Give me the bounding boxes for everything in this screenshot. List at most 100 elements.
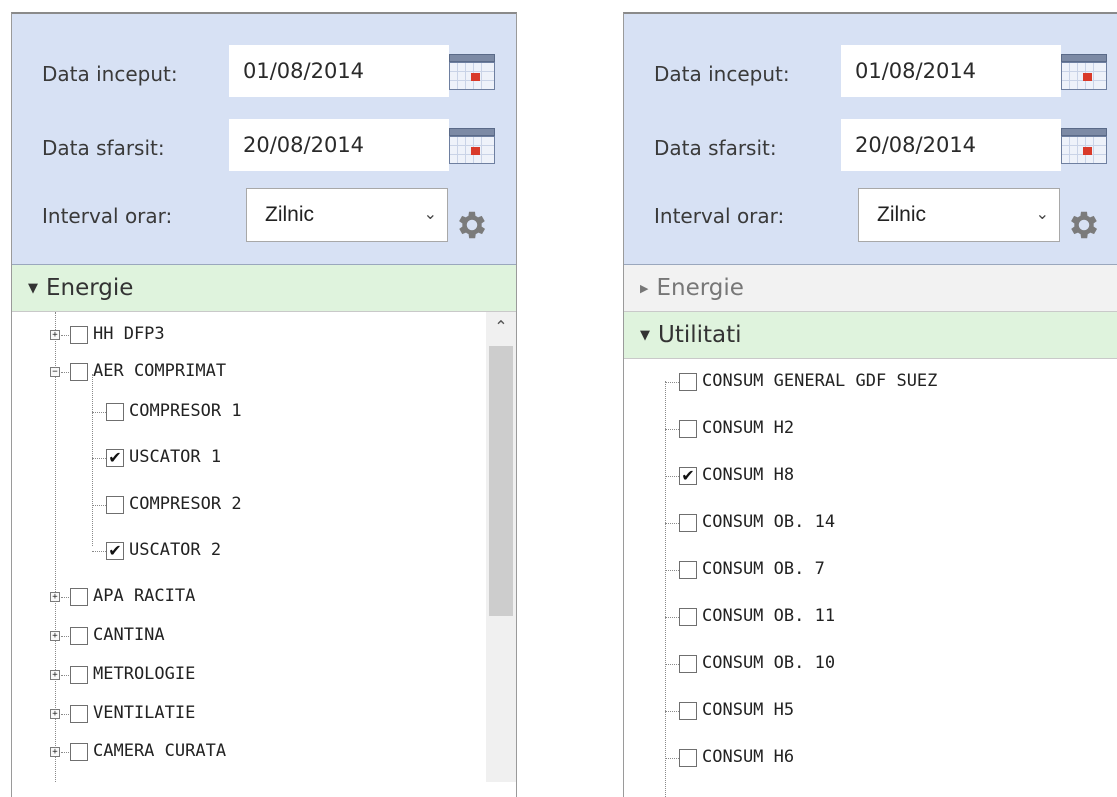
date-filter-area: Data inceput: 01/08/2014 Data sfarsit: 2… xyxy=(624,14,1117,265)
tree-node-label: USCATOR 1 xyxy=(129,447,222,467)
tree-node-consum-h2[interactable]: CONSUM H2 xyxy=(624,406,1094,452)
gear-icon[interactable] xyxy=(1066,207,1102,243)
tree-node-label: APA RACITA xyxy=(93,586,196,606)
tree-node-label: CAMERA CURATA xyxy=(93,741,227,761)
tree-node-label: AER COMPRIMAT xyxy=(93,361,227,381)
tree-node-label: METROLOGIE xyxy=(93,664,196,684)
section-energie[interactable]: ▼ Energie xyxy=(12,265,516,312)
checkbox[interactable] xyxy=(679,373,697,391)
tree-node-label: COMPRESOR 1 xyxy=(129,401,242,421)
checkbox[interactable] xyxy=(679,749,697,767)
tree-node-label: CONSUM OB. 7 xyxy=(702,559,825,579)
checkbox[interactable] xyxy=(70,743,88,761)
tree-node-consum-ob-7[interactable]: CONSUM OB. 7 xyxy=(624,547,1094,593)
tree-node-label: CONSUM OB. 10 xyxy=(702,653,836,673)
tree-node-consum-general-gdf-suez[interactable]: CONSUM GENERAL GDF SUEZ xyxy=(624,359,1094,405)
tree-node-label: CONSUM H6 xyxy=(702,747,795,767)
section-label: Energie xyxy=(656,275,744,301)
interval-label: Interval orar: xyxy=(654,204,785,228)
start-date-label: Data inceput: xyxy=(42,62,178,86)
checkbox-checked[interactable]: ✔ xyxy=(106,542,124,560)
tree-node-label: COMPRESOR 2 xyxy=(129,494,242,514)
expand-icon[interactable]: + xyxy=(50,631,60,641)
end-date-input[interactable]: 20/08/2014 xyxy=(841,119,1061,171)
checkbox[interactable] xyxy=(106,403,124,421)
right-filter-panel: Data inceput: 01/08/2014 Data sfarsit: 2… xyxy=(623,12,1117,797)
checkbox[interactable] xyxy=(679,420,697,438)
gear-icon[interactable] xyxy=(454,207,490,243)
end-date-label: Data sfarsit: xyxy=(654,136,777,160)
caret-right-icon: ▶ xyxy=(640,281,649,295)
tree-node-label: CONSUM H5 xyxy=(702,700,795,720)
interval-label: Interval orar: xyxy=(42,204,173,228)
tree-node-label: CONSUM H8 xyxy=(702,465,795,485)
checkbox[interactable] xyxy=(70,627,88,645)
right-tree: CONSUM GENERAL GDF SUEZ CONSUM H2 ✔ CONSUM … xyxy=(624,359,1117,797)
checkbox[interactable] xyxy=(679,514,697,532)
tree-node-camera-curata[interactable]: + CAMERA CURATA xyxy=(12,729,482,775)
start-date-input[interactable]: 01/08/2014 xyxy=(229,45,449,97)
tree-node-consum-ob-14[interactable]: CONSUM OB. 14 xyxy=(624,500,1094,546)
caret-down-icon: ▼ xyxy=(28,280,38,296)
checkbox[interactable] xyxy=(70,666,88,684)
end-date-label: Data sfarsit: xyxy=(42,136,165,160)
tree-node-consum-ob-11[interactable]: CONSUM OB. 11 xyxy=(624,594,1094,640)
checkbox[interactable] xyxy=(679,608,697,626)
section-energie[interactable]: ▶ Energie xyxy=(624,265,1117,312)
checkbox-checked[interactable]: ✔ xyxy=(106,449,124,467)
checkbox[interactable] xyxy=(679,561,697,579)
expand-icon[interactable]: + xyxy=(50,747,60,757)
checkbox[interactable] xyxy=(679,655,697,673)
start-date-label: Data inceput: xyxy=(654,62,790,86)
tree-node-label: CONSUM OB. 14 xyxy=(702,512,836,532)
left-tree: ⌃ + HH DFP3 − AER COMPRIMAT COMPRESOR 1 ✔ USCA… xyxy=(12,312,516,782)
chevron-down-icon: ⌄ xyxy=(1035,206,1049,223)
expand-icon[interactable]: + xyxy=(50,330,60,340)
chevron-up-icon[interactable]: ⌃ xyxy=(486,312,516,342)
expand-icon[interactable]: + xyxy=(50,592,60,602)
tree-node-compresor-2[interactable]: COMPRESOR 2 xyxy=(12,482,482,528)
scrollbar-thumb[interactable] xyxy=(489,346,513,616)
tree-node-label: CANTINA xyxy=(93,625,165,645)
tree-node-label: CONSUM OB. 11 xyxy=(702,606,836,626)
checkbox[interactable] xyxy=(106,496,124,514)
date-filter-area: Data inceput: 01/08/2014 Data sfarsit: 2… xyxy=(12,14,516,265)
interval-select[interactable]: Zilnic ⌄ xyxy=(858,188,1060,242)
section-utilitati[interactable]: ▼ Utilitati xyxy=(624,312,1117,359)
checkbox-checked[interactable]: ✔ xyxy=(679,467,697,485)
calendar-icon[interactable] xyxy=(449,128,495,164)
end-date-input[interactable]: 20/08/2014 xyxy=(229,119,449,171)
tree-node-uscator-2[interactable]: ✔ USCATOR 2 xyxy=(12,528,482,574)
tree-node-consum-h6[interactable]: CONSUM H6 xyxy=(624,735,1094,781)
tree-node-consum-ob-10[interactable]: CONSUM OB. 10 xyxy=(624,641,1094,687)
tree-node-consum-h8[interactable]: ✔ CONSUM H8 xyxy=(624,453,1094,499)
section-label: Energie xyxy=(46,275,134,301)
checkbox[interactable] xyxy=(70,363,88,381)
tree-node-uscator-1[interactable]: ✔ USCATOR 1 xyxy=(12,435,482,481)
tree-node-label: CONSUM H2 xyxy=(702,418,795,438)
interval-value: Zilnic xyxy=(877,203,927,226)
calendar-icon[interactable] xyxy=(1061,54,1107,90)
start-date-input[interactable]: 01/08/2014 xyxy=(841,45,1061,97)
tree-node-consum-h5[interactable]: CONSUM H5 xyxy=(624,688,1094,734)
interval-select[interactable]: Zilnic ⌄ xyxy=(246,188,448,242)
tree-node-label: USCATOR 2 xyxy=(129,540,222,560)
tree-node-label: CONSUM GENERAL GDF SUEZ xyxy=(702,371,938,391)
checkbox[interactable] xyxy=(70,588,88,606)
collapse-icon[interactable]: − xyxy=(50,367,60,377)
interval-value: Zilnic xyxy=(265,203,315,226)
expand-icon[interactable]: + xyxy=(50,670,60,680)
checkbox[interactable] xyxy=(679,702,697,720)
checkbox[interactable] xyxy=(70,326,88,344)
caret-down-icon: ▼ xyxy=(640,327,650,343)
expand-icon[interactable]: + xyxy=(50,709,60,719)
tree-node-compresor-1[interactable]: COMPRESOR 1 xyxy=(12,389,482,435)
tree-node-label: HH DFP3 xyxy=(93,324,165,344)
calendar-icon[interactable] xyxy=(449,54,495,90)
tree-scrollbar[interactable]: ⌃ xyxy=(486,312,516,782)
calendar-icon[interactable] xyxy=(1061,128,1107,164)
checkbox[interactable] xyxy=(70,705,88,723)
tree-node-label: VENTILATIE xyxy=(93,703,196,723)
chevron-down-icon: ⌄ xyxy=(423,206,437,223)
section-label: Utilitati xyxy=(658,322,742,348)
